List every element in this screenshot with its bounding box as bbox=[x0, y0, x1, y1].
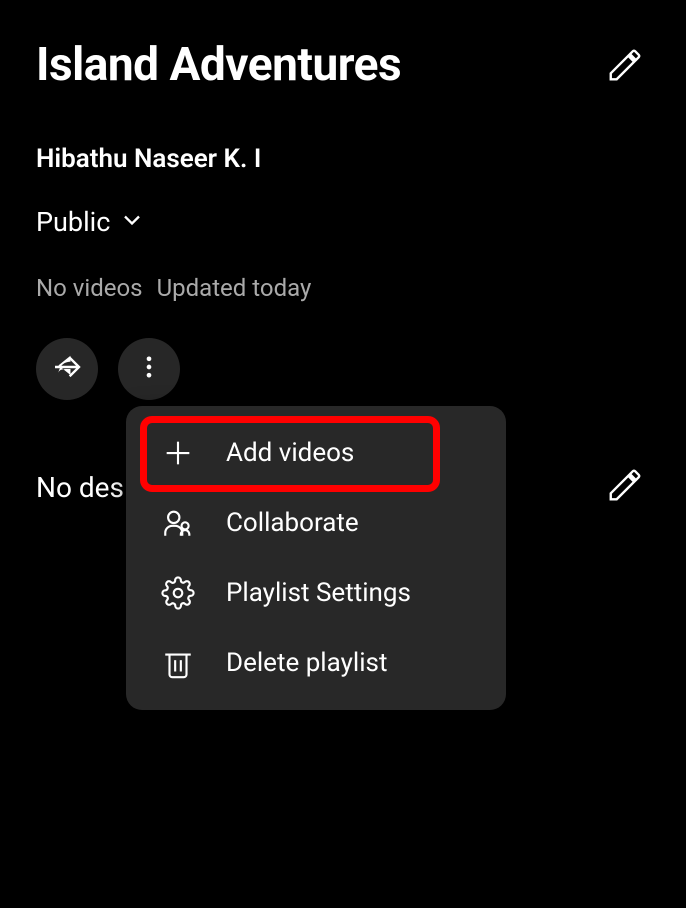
edit-title-button[interactable] bbox=[600, 40, 650, 94]
gear-icon bbox=[160, 576, 196, 610]
more-button[interactable] bbox=[118, 338, 180, 400]
menu-item-label: Delete playlist bbox=[226, 648, 387, 678]
pencil-icon bbox=[606, 69, 644, 88]
more-menu: Add videos Collaborate Playlist Settings bbox=[126, 406, 506, 710]
visibility-label: Public bbox=[36, 206, 110, 238]
plus-icon bbox=[160, 436, 196, 470]
playlist-meta: No videos Updated today bbox=[36, 274, 650, 302]
menu-item-label: Collaborate bbox=[226, 508, 359, 538]
more-vertical-icon bbox=[135, 353, 163, 385]
menu-item-label: Playlist Settings bbox=[226, 578, 411, 608]
playlist-title: Island Adventures bbox=[36, 40, 401, 91]
menu-item-label: Add videos bbox=[226, 438, 354, 468]
chevron-down-icon bbox=[118, 206, 146, 238]
trash-icon bbox=[160, 646, 196, 680]
updated-text: Updated today bbox=[157, 274, 312, 302]
collaborate-icon bbox=[160, 506, 196, 540]
share-button[interactable] bbox=[36, 338, 98, 400]
share-icon bbox=[51, 351, 83, 387]
menu-item-playlist-settings[interactable]: Playlist Settings bbox=[126, 558, 506, 628]
menu-item-collaborate[interactable]: Collaborate bbox=[126, 488, 506, 558]
description-text: No des bbox=[36, 471, 124, 504]
visibility-dropdown[interactable]: Public bbox=[36, 206, 650, 238]
edit-description-button[interactable] bbox=[600, 460, 650, 514]
author-name: Hibathu Naseer K. I bbox=[36, 144, 650, 174]
menu-item-delete-playlist[interactable]: Delete playlist bbox=[126, 628, 506, 698]
pencil-icon bbox=[606, 489, 644, 508]
video-count: No videos bbox=[36, 274, 143, 302]
menu-item-add-videos[interactable]: Add videos bbox=[126, 418, 506, 488]
